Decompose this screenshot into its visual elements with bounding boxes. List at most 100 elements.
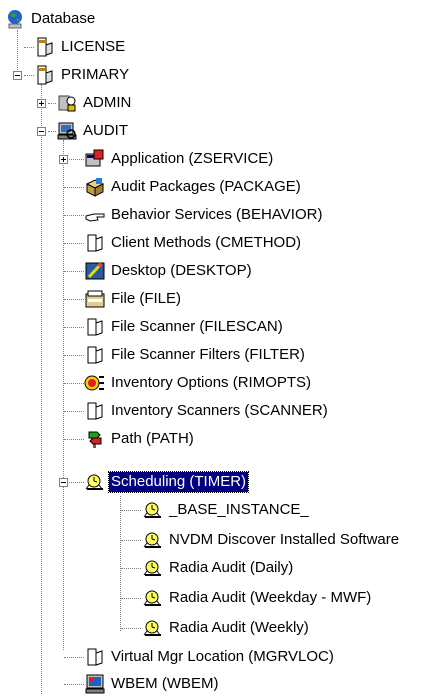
tree-item-label: PRIMARY xyxy=(61,66,130,83)
class-icon xyxy=(87,648,103,666)
timer-icon xyxy=(143,560,161,576)
tree-guide-line xyxy=(121,568,141,569)
tree-item-label: Audit Packages (PACKAGE) xyxy=(111,178,301,195)
tree-guide-line xyxy=(48,131,56,132)
tree-item-label: Inventory Scanners (SCANNER) xyxy=(111,402,328,419)
admin-icon xyxy=(58,95,76,112)
tree-item-license[interactable]: LICENSE xyxy=(34,33,127,61)
tree-item-label: Scheduling (TIMER) xyxy=(107,471,250,493)
tree-guide-line xyxy=(48,103,56,104)
tree-item-label: Virtual Mgr Location (MGRVLOC) xyxy=(111,648,334,665)
path-icon xyxy=(88,431,102,448)
tree-item-label: Client Methods (CMETHOD) xyxy=(111,234,302,251)
class-icon xyxy=(87,402,103,420)
tree-item-label: File (FILE) xyxy=(111,290,182,307)
tree-guide-line xyxy=(63,140,64,650)
tree-guide-line xyxy=(121,628,141,629)
tree-guide-line xyxy=(64,327,84,328)
tree-guide-line xyxy=(64,299,84,300)
tree-guide-line xyxy=(120,496,121,631)
tree-guide-line xyxy=(24,47,34,48)
tree-item-label: Radia Audit (Daily) xyxy=(169,559,294,576)
timer-icon xyxy=(143,502,161,518)
tree-guide-line xyxy=(121,540,141,541)
inventory-options-icon xyxy=(84,375,104,391)
tree-item-admin[interactable]: ADMIN xyxy=(56,89,133,117)
collapse-toggle[interactable] xyxy=(13,71,22,80)
tree-item-label: File Scanner (FILESCAN) xyxy=(111,318,283,335)
timer-icon xyxy=(143,620,161,636)
tree-guide-line xyxy=(121,510,141,511)
desktop-icon xyxy=(85,262,105,280)
class-icon xyxy=(87,318,103,336)
package-icon xyxy=(85,178,105,197)
collapse-toggle[interactable] xyxy=(37,127,46,136)
tree-root-label: Database xyxy=(31,10,96,27)
tree-item-radia-audit-weekday[interactable]: Radia Audit (Weekday - MWF) xyxy=(142,584,373,612)
database-globe-icon xyxy=(8,10,22,29)
tree-guide-line xyxy=(64,187,84,188)
tree-item-base-instance[interactable]: _BASE_INSTANCE_ xyxy=(142,496,311,524)
tree-guide-line xyxy=(64,243,84,244)
tree-guide-line xyxy=(64,657,84,658)
instance-icon xyxy=(37,37,53,57)
tree-item-label: Behavior Services (BEHAVIOR) xyxy=(111,206,323,223)
tree-item-label: Radia Audit (Weekday - MWF) xyxy=(169,589,372,606)
tree-item-label: Inventory Options (RIMOPTS) xyxy=(111,374,312,391)
tree-root[interactable]: Database xyxy=(4,5,97,33)
tree-item-audit-packages[interactable]: Audit Packages (PACKAGE) xyxy=(84,173,303,201)
tree-guide-line xyxy=(64,439,84,440)
tree-item-label: WBEM (WBEM) xyxy=(111,675,219,692)
tree-guide-line xyxy=(24,75,34,76)
timer-icon xyxy=(85,474,103,490)
tree-item-file-scanner[interactable]: File Scanner (FILESCAN) xyxy=(84,313,285,341)
tree-item-inventory-scanners[interactable]: Inventory Scanners (SCANNER) xyxy=(84,397,330,425)
tree-item-label: ADMIN xyxy=(83,94,132,111)
tree-item-label: NVDM Discover Installed Software xyxy=(169,531,400,548)
class-icon xyxy=(87,346,103,364)
instance-icon xyxy=(37,65,53,85)
tree-item-client-methods[interactable]: Client Methods (CMETHOD) xyxy=(84,229,303,257)
tree-item-audit[interactable]: AUDIT xyxy=(56,117,130,145)
tree-guide-line xyxy=(64,383,84,384)
tree-item-radia-audit-daily[interactable]: Radia Audit (Daily) xyxy=(142,554,295,582)
tree-item-behavior-services[interactable]: Behavior Services (BEHAVIOR) xyxy=(84,201,324,229)
timer-icon xyxy=(143,590,161,606)
application-icon xyxy=(85,149,104,167)
expand-toggle[interactable] xyxy=(59,155,68,164)
tree-item-label: Desktop (DESKTOP) xyxy=(111,262,252,279)
tree-item-application[interactable]: Application (ZSERVICE) xyxy=(84,145,275,173)
tree-guide-line xyxy=(64,271,84,272)
tree-item-label: Radia Audit (Weekly) xyxy=(169,619,309,636)
tree-item-label: File Scanner Filters (FILTER) xyxy=(111,346,305,363)
tree-item-radia-audit-weekly[interactable]: Radia Audit (Weekly) xyxy=(142,614,311,642)
class-icon xyxy=(87,234,103,252)
tree-item-label: AUDIT xyxy=(83,122,128,139)
audit-computer-icon xyxy=(57,122,77,140)
tree-guide-line xyxy=(64,215,84,216)
tree-item-label: _BASE_INSTANCE_ xyxy=(169,501,309,518)
tree-item-file[interactable]: File (FILE) xyxy=(84,285,183,313)
tree-item-nvdm-discover[interactable]: NVDM Discover Installed Software xyxy=(142,526,401,554)
tree-item-inventory-options[interactable]: Inventory Options (RIMOPTS) xyxy=(84,369,313,397)
tree-item-path[interactable]: Path (PATH) xyxy=(84,425,196,453)
tree-item-scheduling[interactable]: Scheduling (TIMER) xyxy=(84,468,250,496)
tree-item-primary[interactable]: PRIMARY xyxy=(34,61,131,89)
tree-guide-line xyxy=(121,598,141,599)
hand-pointer-icon xyxy=(85,213,105,222)
timer-icon xyxy=(143,532,161,548)
tree-item-desktop[interactable]: Desktop (DESKTOP) xyxy=(84,257,254,285)
tree-guide-line xyxy=(64,411,84,412)
expand-toggle[interactable] xyxy=(37,99,46,108)
tree-item-label: LICENSE xyxy=(61,38,126,55)
tree-guide-line xyxy=(41,84,42,694)
database-tree: Database LICENSE PRIMARY ADMIN AUDIT App… xyxy=(0,0,444,698)
tree-item-wbem[interactable]: WBEM (WBEM) xyxy=(84,670,220,698)
collapse-toggle[interactable] xyxy=(59,478,68,487)
tree-guide-line xyxy=(64,684,84,685)
tree-item-virtual-mgr-location[interactable]: Virtual Mgr Location (MGRVLOC) xyxy=(84,643,336,671)
tree-item-file-scanner-filters[interactable]: File Scanner Filters (FILTER) xyxy=(84,341,307,369)
tree-guide-line xyxy=(64,355,84,356)
file-icon xyxy=(85,290,105,308)
tree-item-label: Application (ZSERVICE) xyxy=(111,150,274,167)
